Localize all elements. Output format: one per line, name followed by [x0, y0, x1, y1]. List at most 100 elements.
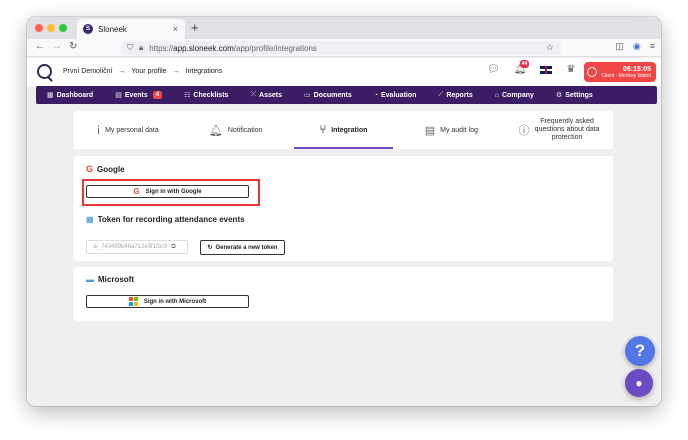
- nav-documents[interactable]: ▭ Documents: [293, 91, 363, 100]
- tab-notification[interactable]: 🔔︎ Notification: [182, 111, 290, 149]
- nav-label: Evaluation: [381, 91, 417, 99]
- help-button[interactable]: ?: [625, 336, 655, 366]
- shield-icon[interactable]: ⛉: [127, 43, 133, 53]
- close-window-button[interactable]: [35, 24, 43, 32]
- sign-in-google-button[interactable]: G Sign in with Google: [86, 185, 249, 198]
- tab-integration[interactable]: ⑂ Integration: [290, 111, 398, 149]
- google-title: Google: [97, 164, 125, 174]
- breadcrumb: První Demoliční → Your profile → Integra…: [63, 68, 222, 75]
- lock-icon[interactable]: 🔒︎: [139, 43, 143, 53]
- tab-bar: S Sloneek × +: [27, 17, 661, 39]
- nav-label: Events: [124, 91, 148, 99]
- browser-toolbar-icons: ◫ ◉ ≡: [615, 41, 655, 52]
- tab-label: My personal data: [105, 126, 159, 134]
- tab-faq[interactable]: ⓘ Frequently asked questions about data pro…: [505, 111, 613, 149]
- notifications-bell-icon[interactable]: 🔔︎ 44: [514, 60, 530, 75]
- copy-icon[interactable]: ⧉: [171, 244, 175, 251]
- nav-dashboard[interactable]: ▦ Dashboard: [36, 91, 104, 100]
- google-icon: G: [86, 164, 94, 174]
- microsoft-integration-card: ▬ Microsoft Sign in with Microsoft: [74, 267, 613, 321]
- folder-icon: ▭: [304, 92, 311, 99]
- browser-window: S Sloneek × + ← → ↻ ⛉ 🔒︎ https://app.slo…: [27, 17, 661, 406]
- desktop: S Sloneek × + ← → ↻ ⛉ 🔒︎ https://app.slo…: [0, 0, 688, 440]
- nav-assets[interactable]: ⤫ Assets: [239, 91, 293, 99]
- chat-bubbles-icon[interactable]: 💬︎: [487, 64, 500, 75]
- nav-label: Assets: [259, 91, 283, 99]
- attendance-clock-button[interactable]: 06:15:05 Client - Monkey Island: [584, 62, 656, 82]
- tab-close-icon[interactable]: ×: [173, 24, 178, 34]
- url-text: https://app.sloneek.com/app/profile/inte…: [149, 44, 317, 53]
- microsoft-title: Microsoft: [98, 275, 134, 284]
- checklist-icon: ☷: [184, 92, 191, 99]
- button-label: Sign in with Google: [145, 188, 202, 195]
- generate-token-button[interactable]: ↻ Generate a new token: [200, 240, 285, 255]
- extension-icon[interactable]: ◉: [633, 41, 641, 52]
- forward-arrow-icon[interactable]: →: [52, 41, 62, 52]
- sloneek-logo-icon[interactable]: [37, 64, 52, 79]
- question-circle-icon: ⓘ: [518, 125, 530, 137]
- stop-icon: [587, 67, 597, 77]
- evaluation-icon: ◔: [373, 91, 378, 99]
- tab-label: My audit log: [440, 126, 478, 134]
- breadcrumb-separator: →: [172, 68, 180, 75]
- nav-company[interactable]: ⌂ Company: [484, 92, 545, 99]
- bookmark-star-icon[interactable]: ☆: [546, 42, 554, 53]
- tab-label: Integration: [331, 126, 368, 134]
- clock-time: 06:15:05: [622, 65, 651, 73]
- uk-flag-icon[interactable]: [540, 65, 553, 74]
- chat-support-button[interactable]: ●: [625, 369, 653, 397]
- header-icons: 💬︎ 🔔︎ 44 ♛: [487, 60, 575, 75]
- trophy-icon[interactable]: ♛: [566, 64, 575, 75]
- reload-icon[interactable]: ↻: [69, 41, 77, 52]
- main-navigation: ▦ Dashboard ▤ Events 4 ☷ Checklists ⤫ Assets …: [36, 86, 657, 104]
- breadcrumb-company[interactable]: První Demoliční: [63, 68, 112, 75]
- url-prefix: https://: [149, 43, 174, 53]
- token-section-title: ▦ Token for recording attendance events: [86, 215, 245, 224]
- profile-tabs: ⅰ My personal data 🔔︎ Notification ⑂ Integr…: [74, 111, 613, 149]
- nav-evaluation[interactable]: ◔ Evaluation: [363, 92, 428, 99]
- navigation-bar: ← → ↻ ⛉ 🔒︎ https://app.sloneek.com/app/p…: [27, 39, 661, 57]
- breadcrumb-separator: →: [118, 68, 126, 75]
- url-path: /app/profile/integrations: [233, 43, 317, 53]
- token-title: Token for recording attendance events: [97, 215, 245, 224]
- gear-icon: ⚙: [555, 92, 563, 99]
- google-icon: G: [133, 187, 140, 196]
- refresh-icon: ↻: [207, 245, 213, 251]
- reports-chart-icon: ⟋: [438, 91, 444, 98]
- microsoft-box-icon: ▬: [86, 275, 94, 284]
- nav-label: Reports: [446, 91, 473, 99]
- microsoft-section-title: ▬ Microsoft: [86, 275, 134, 284]
- nav-label: Documents: [313, 91, 352, 99]
- zoom-window-button[interactable]: [59, 24, 67, 32]
- faq-line: protection: [551, 134, 583, 141]
- back-arrow-icon[interactable]: ←: [35, 41, 45, 52]
- branch-icon: ⑂: [319, 124, 327, 136]
- new-tab-button[interactable]: +: [191, 20, 199, 35]
- menu-icon[interactable]: ≡: [650, 41, 655, 52]
- app-header: První Demoliční → Your profile → Integra…: [27, 58, 661, 86]
- breadcrumb-current: Integrations: [185, 68, 223, 75]
- calendar-icon: ▦: [86, 215, 94, 224]
- pocket-icon[interactable]: ◫: [615, 41, 624, 52]
- minimize-window-button[interactable]: [47, 24, 55, 32]
- bell-icon: 🔔︎: [208, 124, 223, 137]
- nav-label: Checklists: [193, 91, 229, 99]
- sign-in-microsoft-button[interactable]: Sign in with Microsoft: [86, 295, 249, 308]
- tab-audit-log[interactable]: ▤ My audit log: [397, 111, 505, 149]
- nav-checklists[interactable]: ☷ Checklists: [173, 91, 239, 100]
- document-icon: ▤: [424, 124, 436, 137]
- url-bar[interactable]: ⛉ 🔒︎ https://app.sloneek.com/app/profile…: [121, 41, 561, 55]
- browser-tab[interactable]: S Sloneek ×: [77, 19, 185, 39]
- nav-reports[interactable]: ⟋ Reports: [427, 91, 483, 99]
- nav-settings[interactable]: ⚙ Settings: [545, 91, 604, 100]
- chat-bubble-icon: ●: [635, 376, 643, 390]
- google-integration-card: G Google G Sign in with Google ▦ Token for …: [74, 156, 613, 261]
- nav-events[interactable]: ▤ Events 4: [104, 91, 173, 99]
- tab-personal-data[interactable]: ⅰ My personal data: [74, 111, 182, 149]
- token-field[interactable]: ai_743489b46a712e9f1f3c9 ⧉: [86, 240, 188, 254]
- button-label: Generate a new token: [215, 244, 278, 251]
- breadcrumb-profile[interactable]: Your profile: [131, 68, 166, 75]
- button-label: Sign in with Microsoft: [143, 298, 207, 305]
- nav-label: Company: [502, 91, 534, 99]
- microsoft-logo-icon: [128, 297, 138, 306]
